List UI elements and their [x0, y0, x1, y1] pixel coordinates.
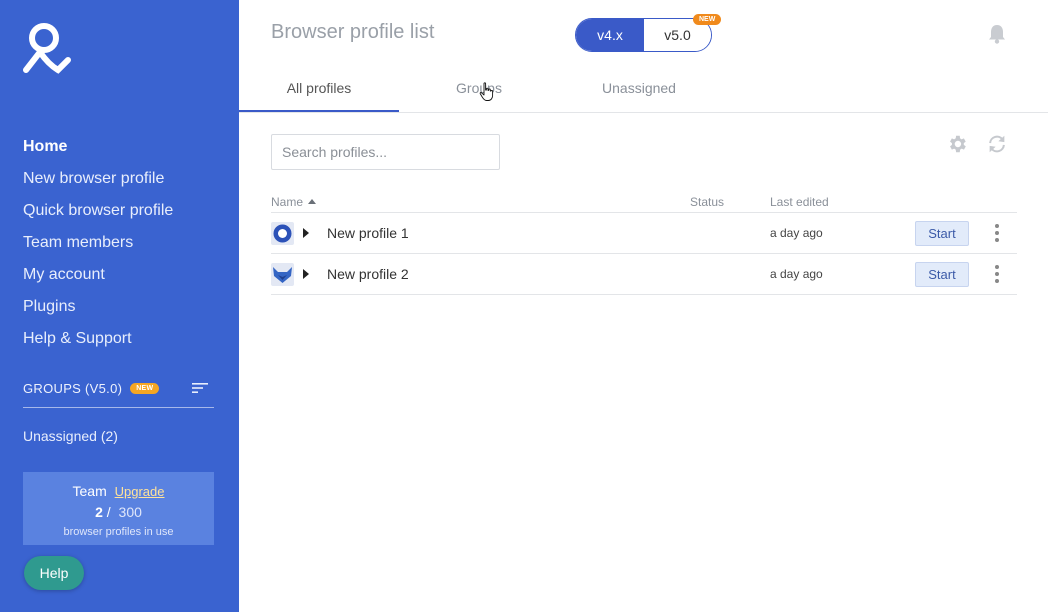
groups-header: GROUPS (V5.0) NEW — [23, 378, 214, 408]
main-content: Browser profile list v4.x v5.0 NEW All p… — [239, 0, 1048, 612]
more-options-icon[interactable] — [991, 224, 1003, 244]
plan-name: Team — [72, 483, 107, 499]
profile-tabs: All profiles Groups Unassigned — [239, 66, 1048, 113]
version-toggle: v4.x v5.0 NEW — [575, 14, 722, 52]
page-title: Browser profile list — [271, 21, 435, 43]
sort-asc-icon — [308, 199, 317, 205]
plan-usage-box: Team Upgrade 2 / 300 browser profiles in… — [23, 472, 214, 545]
sidebar-unassigned-group[interactable]: Unassigned (2) — [23, 428, 118, 444]
upgrade-link[interactable]: Upgrade — [115, 484, 165, 499]
profiles-table: Name Status Last edited New profile 1 a … — [271, 192, 1017, 295]
table-header: Name Status Last edited — [271, 192, 1017, 213]
start-profile-button[interactable]: Start — [915, 262, 969, 287]
sort-icon[interactable] — [192, 381, 208, 395]
orbita-browser-icon — [271, 222, 294, 245]
start-profile-button[interactable]: Start — [915, 221, 969, 246]
groups-title-wrap: GROUPS (V5.0) NEW — [23, 381, 160, 396]
more-options-icon[interactable] — [991, 265, 1003, 285]
table-row: New profile 1 a day ago Start — [271, 213, 1017, 254]
plan-count-row: 2 / 300 — [23, 504, 214, 520]
column-header-status[interactable]: Status — [690, 195, 724, 209]
tab-unassigned[interactable]: Unassigned — [559, 66, 719, 112]
version-new-badge: NEW — [693, 14, 722, 25]
column-header-last-edited[interactable]: Last edited — [770, 195, 829, 209]
sidebar: Home New browser profile Quick browser p… — [0, 0, 239, 612]
app-logo-icon[interactable] — [22, 22, 72, 74]
sidebar-item-home[interactable]: Home — [23, 136, 173, 168]
profile-name[interactable]: New profile 2 — [327, 266, 409, 282]
plan-name-row: Team Upgrade — [23, 483, 214, 499]
sidebar-item-plugins[interactable]: Plugins — [23, 296, 173, 328]
groups-new-badge: NEW — [130, 383, 160, 395]
sidebar-nav: Home New browser profile Quick browser p… — [23, 136, 173, 360]
sidebar-item-quick-browser-profile[interactable]: Quick browser profile — [23, 200, 173, 232]
gear-icon[interactable] — [946, 133, 968, 155]
profile-last-edited: a day ago — [770, 226, 823, 240]
sidebar-item-my-account[interactable]: My account — [23, 264, 173, 296]
column-header-name[interactable]: Name — [271, 195, 317, 209]
profiles-total-count: 300 — [118, 504, 142, 520]
profiles-used-count: 2 — [95, 504, 103, 520]
search-input[interactable] — [271, 134, 500, 170]
mimic-fox-icon — [271, 263, 294, 286]
column-name-label: Name — [271, 195, 304, 209]
sidebar-item-help-support[interactable]: Help & Support — [23, 328, 173, 360]
tab-all-profiles[interactable]: All profiles — [239, 66, 399, 112]
sidebar-item-team-members[interactable]: Team members — [23, 232, 173, 264]
version-v4-option[interactable]: v4.x — [576, 19, 644, 51]
sidebar-item-new-browser-profile[interactable]: New browser profile — [23, 168, 173, 200]
plan-caption: browser profiles in use — [63, 526, 174, 538]
groups-title: GROUPS (V5.0) — [23, 381, 123, 396]
profile-last-edited: a day ago — [770, 267, 823, 281]
hand-cursor-icon — [479, 82, 494, 101]
expand-row-icon[interactable] — [303, 228, 309, 238]
table-row: New profile 2 a day ago Start — [271, 254, 1017, 295]
help-button[interactable]: Help — [24, 556, 84, 590]
count-separator: / — [106, 504, 111, 520]
bell-icon[interactable] — [988, 24, 1006, 44]
profile-name[interactable]: New profile 1 — [327, 225, 409, 241]
expand-row-icon[interactable] — [303, 269, 309, 279]
refresh-icon[interactable] — [986, 133, 1008, 155]
